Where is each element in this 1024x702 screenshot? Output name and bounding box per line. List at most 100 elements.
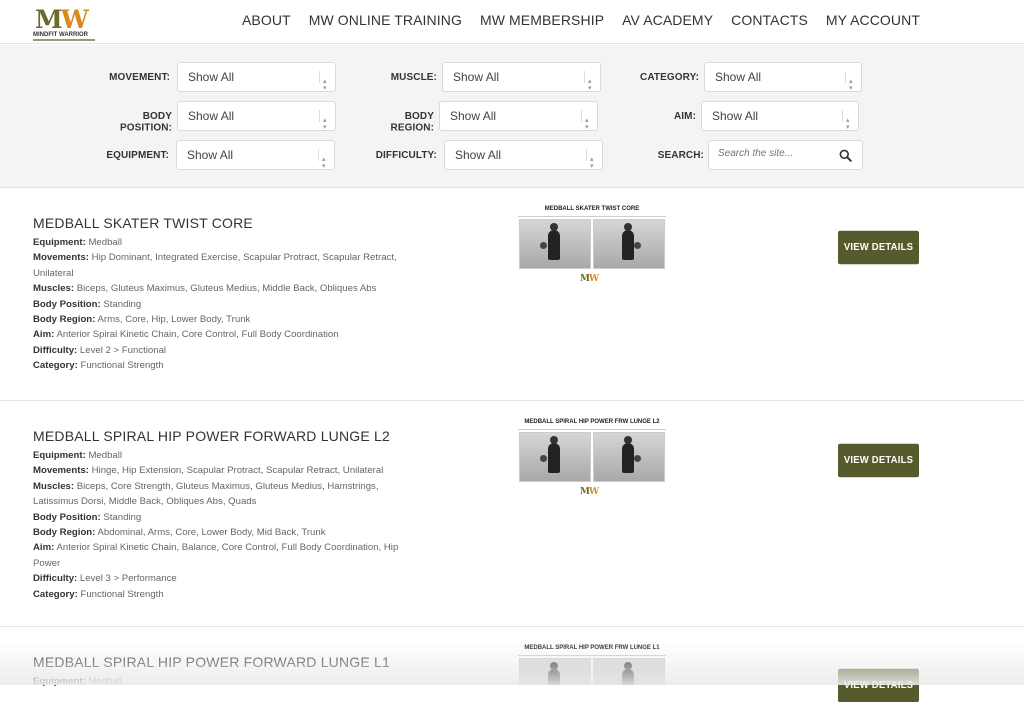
meta-equipment: Equipment: Medball — [33, 674, 408, 689]
body-region-select-value: Show All — [450, 109, 497, 123]
meta-label: Category: — [33, 588, 78, 600]
exercise-photo — [593, 432, 665, 482]
medball — [540, 242, 547, 249]
exercise-thumbnail[interactable]: MEDBALL SKATER TWIST CORE MW — [518, 203, 666, 289]
meta-value: Medball — [88, 676, 123, 687]
site-header: MW MINDFIT WARRIOR ABOUT MW ONLINE TRAIN… — [0, 0, 1024, 44]
view-details-button[interactable]: VIEW DETAILS — [838, 668, 919, 702]
movement-select-value: Show All — [188, 70, 235, 84]
equipment-select[interactable]: Show All — [176, 140, 335, 181]
aim-select-value: Show All — [712, 109, 759, 123]
body-position-select-value: Show All — [188, 109, 235, 123]
meta-label: Body Position: — [33, 511, 101, 523]
logo-mark: MW — [35, 5, 89, 34]
body-region-select[interactable]: Show All — [439, 101, 598, 142]
nav-mw-online-training[interactable]: MW ONLINE TRAINING — [309, 12, 462, 28]
meta-value: Biceps, Gluteus Maximus, Gluteus Medius,… — [76, 283, 377, 295]
thumbnail-title: MEDBALL SPIRAL HIP POWER FRW LUNGE L2 — [518, 416, 666, 430]
meta-label: Equipment: — [33, 450, 86, 461]
meta-label: Aim: — [33, 329, 55, 341]
athlete-figure — [622, 223, 634, 260]
meta-body-position: Body Position: Standing — [33, 510, 408, 525]
meta-label: Muscles: — [33, 480, 75, 492]
exercise-photo — [593, 658, 665, 685]
logo-subtitle: MINDFIT WARRIOR — [33, 32, 88, 38]
meta-value: Hinge, Hip Extension, Scapular Protract,… — [91, 465, 384, 477]
meta-aim: Aim: Anterior Spiral Kinetic Chain, Bala… — [33, 540, 408, 571]
exercise-meta: Equipment: Medball — [33, 674, 408, 689]
meta-value: Anterior Spiral Kinetic Chain, Core Cont… — [56, 329, 339, 341]
muscle-select[interactable]: Show All — [442, 62, 601, 103]
athlete-figure — [548, 436, 560, 473]
logo-underline — [33, 39, 95, 41]
category-select-value: Show All — [715, 70, 762, 84]
meta-aim: Aim: Anterior Spiral Kinetic Chain, Core… — [33, 327, 408, 342]
athlete-figure — [622, 662, 634, 685]
meta-label: Body Region: — [33, 527, 96, 539]
aim-select[interactable]: Show All — [701, 101, 859, 142]
athlete-figure — [548, 662, 560, 685]
exercise-thumbnail[interactable]: MEDBALL SPIRAL HIP POWER FRW LUNGE L2 MW — [518, 416, 666, 502]
meta-value: Functional Strength — [80, 360, 164, 372]
exercise-thumbnail[interactable]: MEDBALL SPIRAL HIP POWER FRW LUNGE L1 — [518, 642, 666, 685]
thumbnail-title: MEDBALL SKATER TWIST CORE — [518, 203, 666, 217]
body-position-select[interactable]: Show All — [177, 101, 336, 142]
exercise-title[interactable]: MEDBALL SPIRAL HIP POWER FORWARD LUNGE L… — [33, 654, 390, 670]
select-arrows-icon — [319, 68, 327, 103]
site-logo[interactable]: MW MINDFIT WARRIOR — [33, 5, 97, 41]
exercise-photo — [519, 219, 591, 269]
select-arrows-icon — [842, 107, 850, 142]
meta-muscles: Muscles: Biceps, Gluteus Maximus, Gluteu… — [33, 281, 408, 296]
meta-value: Functional Strength — [80, 588, 164, 600]
exercise-title[interactable]: MEDBALL SPIRAL HIP POWER FORWARD LUNGE L… — [33, 428, 390, 444]
meta-value: Standing — [103, 511, 142, 523]
select-arrows-icon — [845, 68, 853, 103]
difficulty-select[interactable]: Show All — [444, 140, 603, 181]
category-select[interactable]: Show All — [704, 62, 862, 103]
meta-equipment: Equipment: Medball — [33, 235, 408, 250]
exercise-title[interactable]: MEDBALL SKATER TWIST CORE — [33, 215, 253, 231]
meta-label: Difficulty: — [33, 573, 78, 585]
nav-about[interactable]: ABOUT — [242, 12, 291, 28]
aim-label: AIM: — [673, 110, 696, 123]
exercise-meta: Equipment: Medball Movements: Hip Domina… — [33, 235, 408, 374]
meta-category: Category: Functional Strength — [33, 358, 408, 373]
view-details-button[interactable]: VIEW DETAILS — [838, 443, 919, 478]
search-label: SEARCH: — [657, 149, 704, 162]
meta-value: Level 2 > Functional — [79, 344, 167, 356]
meta-value: Anterior Spiral Kinetic Chain, Balance, … — [33, 542, 399, 569]
category-label: CATEGORY: — [640, 71, 700, 84]
meta-label: Equipment: — [33, 676, 86, 687]
nav-av-academy[interactable]: AV ACADEMY — [622, 12, 713, 28]
movement-select[interactable]: Show All — [177, 62, 336, 103]
meta-value: Medball — [88, 450, 123, 461]
meta-value: Standing — [103, 298, 142, 310]
meta-label: Movements: — [33, 252, 89, 264]
meta-body-region: Body Region: Abdominal, Arms, Core, Lowe… — [33, 525, 408, 540]
nav-mw-membership[interactable]: MW MEMBERSHIP — [480, 12, 604, 28]
athlete-figure — [548, 223, 560, 260]
meta-label: Category: — [33, 360, 78, 372]
search-icon[interactable] — [839, 149, 852, 162]
muscle-select-value: Show All — [453, 70, 500, 84]
search-input[interactable] — [718, 148, 828, 159]
meta-value: Biceps, Core Strength, Gluteus Maximus, … — [33, 480, 379, 508]
exercise-card: MEDBALL SPIRAL HIP POWER FORWARD LUNGE L… — [0, 628, 1024, 702]
medball — [540, 455, 547, 462]
meta-category: Category: Functional Strength — [33, 587, 408, 602]
meta-muscles: Muscles: Biceps, Core Strength, Gluteus … — [33, 479, 408, 510]
equipment-label: EQUIPMENT: — [106, 149, 169, 162]
exercise-photo — [519, 432, 591, 482]
nav-contacts[interactable]: CONTACTS — [731, 12, 808, 28]
meta-difficulty: Difficulty: Level 2 > Functional — [33, 343, 408, 358]
difficulty-label: DIFFICULTY: — [375, 149, 437, 162]
meta-value: Medball — [88, 237, 123, 248]
view-details-button[interactable]: VIEW DETAILS — [838, 230, 919, 265]
thumbnail-title: MEDBALL SPIRAL HIP POWER FRW LUNGE L1 — [518, 642, 666, 656]
meta-label: Body Position: — [33, 298, 101, 310]
meta-label: Body Region: — [33, 314, 96, 326]
meta-body-region: Body Region: Arms, Core, Hip, Lower Body… — [33, 312, 408, 327]
meta-movements: Movements: Hinge, Hip Extension, Scapula… — [33, 463, 408, 478]
nav-my-account[interactable]: MY ACCOUNT — [826, 12, 920, 28]
meta-label: Equipment: — [33, 237, 86, 248]
